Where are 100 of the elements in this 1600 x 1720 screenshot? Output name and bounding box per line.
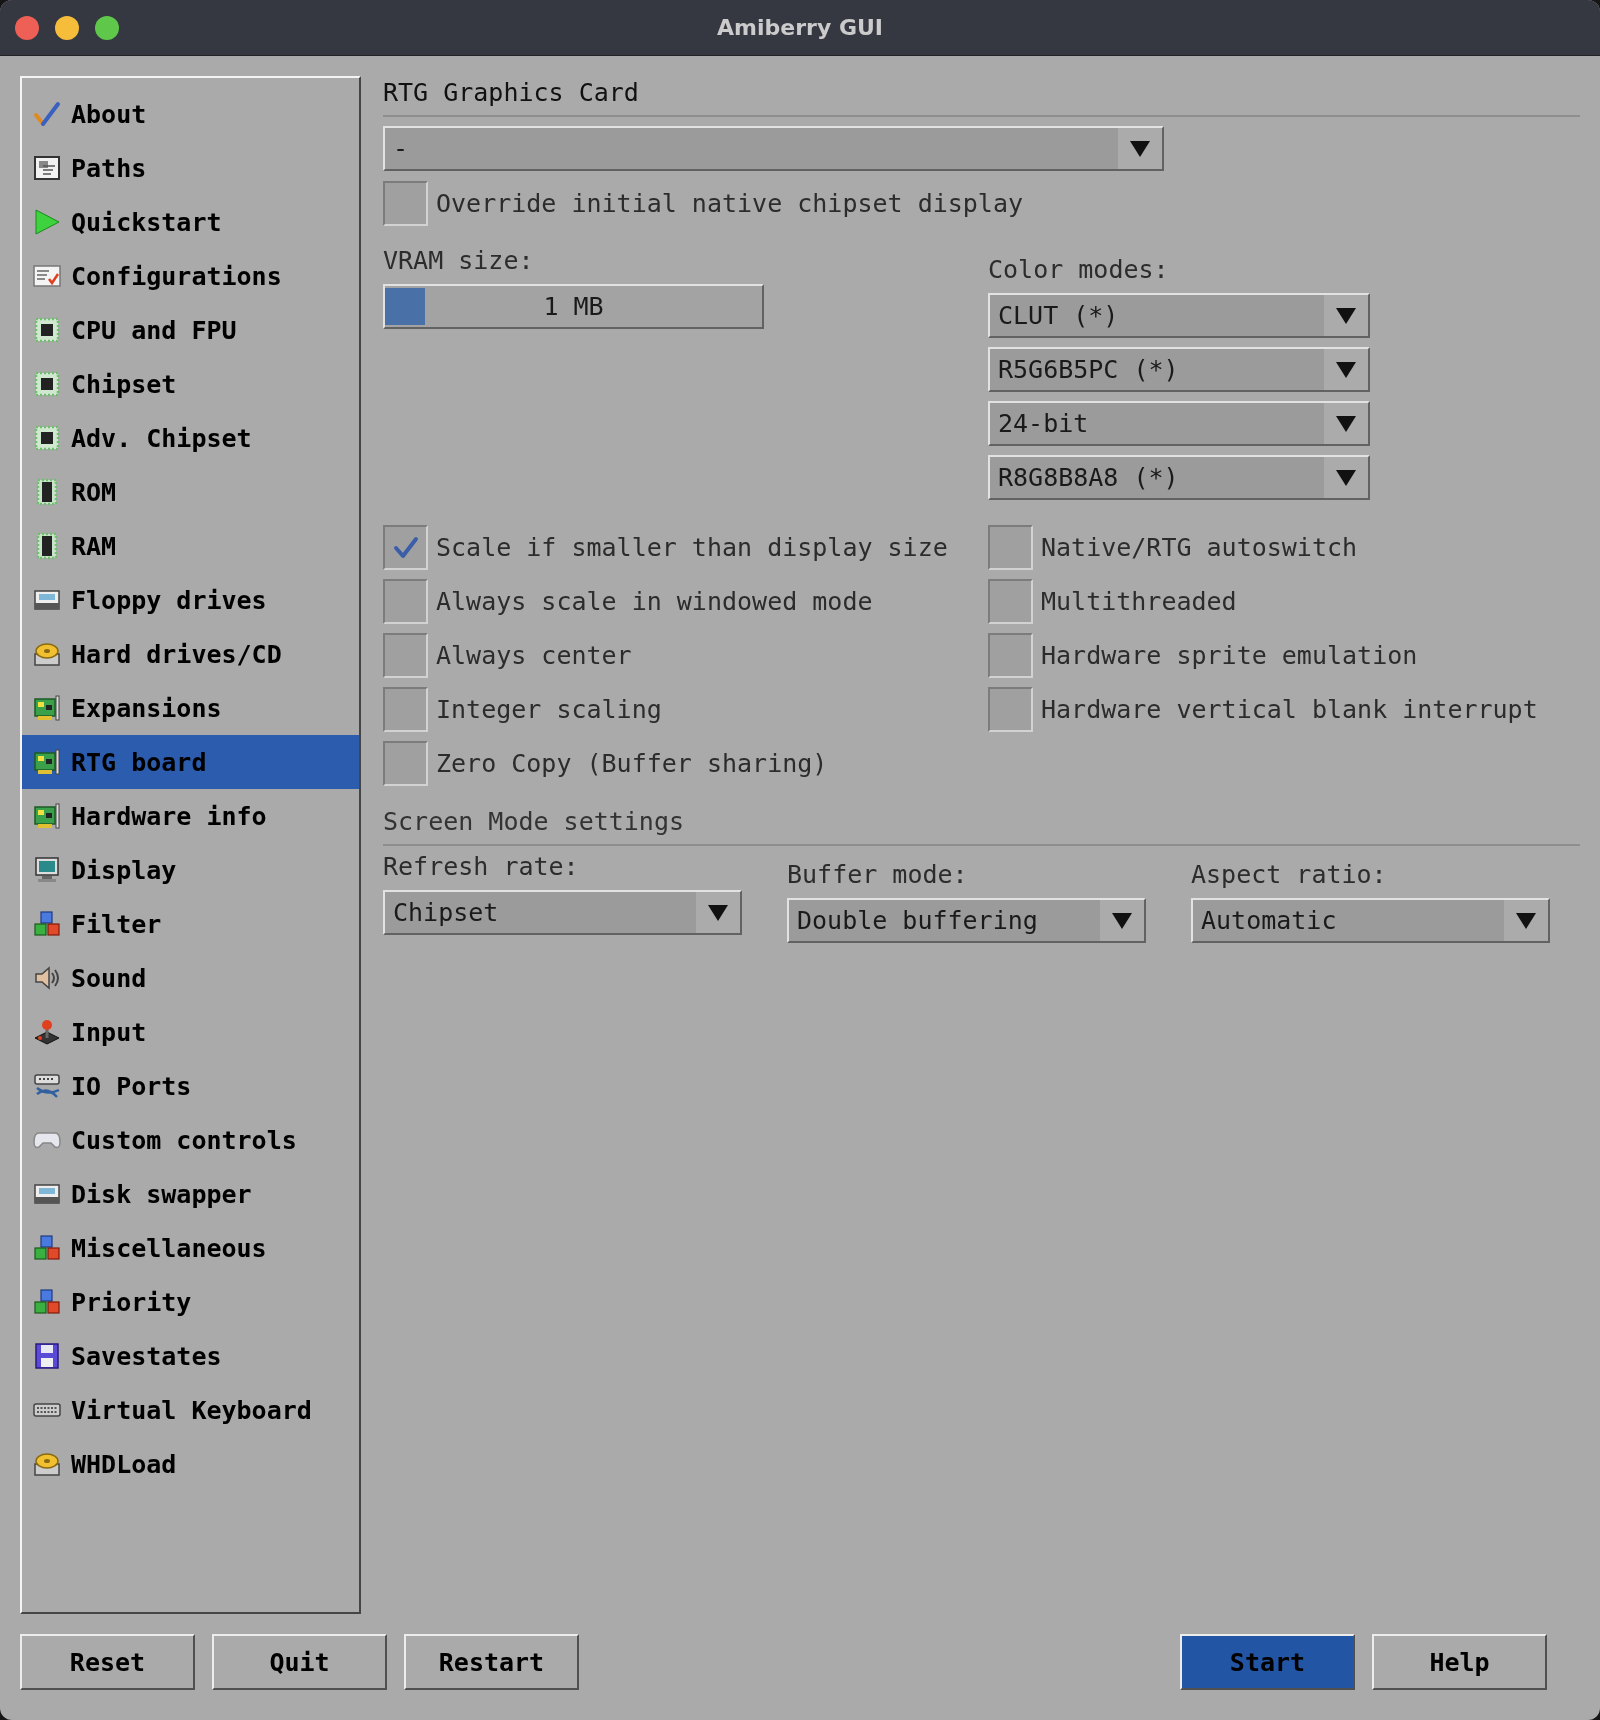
sidebar-item[interactable]: Savestates — [22, 1329, 359, 1383]
caret-icon — [1336, 469, 1356, 486]
caret-icon — [1336, 361, 1356, 378]
sidebar-item[interactable]: Virtual Keyboard — [22, 1383, 359, 1437]
checkbox[interactable] — [988, 525, 1033, 570]
sidebar-item[interactable]: Hard drives/CD — [22, 627, 359, 681]
caret-icon — [708, 904, 728, 921]
sidebar-item[interactable]: Priority — [22, 1275, 359, 1329]
dropdown[interactable]: Double buffering — [787, 898, 1146, 943]
sidebar-item[interactable]: Filter — [22, 897, 359, 951]
dropdown-arrow-button[interactable] — [1504, 900, 1548, 941]
cubes-icon — [33, 1288, 61, 1316]
checkbox-label: Integer scaling — [436, 695, 662, 724]
checkbox-label: Always center — [436, 641, 632, 670]
close-button[interactable] — [15, 15, 39, 40]
hard-disk-icon — [33, 640, 61, 668]
dropdown-arrow-button[interactable] — [1100, 900, 1144, 941]
hard-disk-icon — [33, 1450, 61, 1478]
sidebar-item[interactable]: Paths — [22, 141, 359, 195]
sidebar-item[interactable]: Expansions — [22, 681, 359, 735]
sidebar-item[interactable]: Configurations — [22, 249, 359, 303]
checkbox-label: Always scale in windowed mode — [436, 587, 873, 616]
dropdown-arrow-button[interactable] — [1324, 349, 1368, 390]
sidebar-item[interactable]: About — [22, 87, 359, 141]
sidebar-item[interactable]: Hardware info — [22, 789, 359, 843]
field-label: Buffer mode: — [787, 860, 969, 890]
check-icon — [392, 534, 419, 561]
checkbox-label: Override initial native chipset display — [436, 189, 1023, 218]
checkbox[interactable] — [988, 633, 1033, 678]
checkbox[interactable] — [988, 579, 1033, 624]
dropdown[interactable]: 24-bit — [988, 401, 1370, 446]
dropdown[interactable]: CLUT (*) — [988, 293, 1370, 338]
slider-value: 1 MB — [543, 292, 604, 321]
circuit-board-icon — [33, 694, 61, 722]
sidebar-item[interactable]: Disk swapper — [22, 1167, 359, 1221]
joystick-icon — [33, 1018, 61, 1046]
sidebar-item[interactable]: Sound — [22, 951, 359, 1005]
checkbox[interactable] — [383, 741, 428, 786]
circuit-board-icon — [33, 748, 61, 776]
checkbox[interactable] — [383, 579, 428, 624]
cable-connector-icon — [33, 1072, 61, 1100]
section-title: Screen Mode settings — [383, 807, 686, 837]
sidebar-item[interactable]: Miscellaneous — [22, 1221, 359, 1275]
caret-icon — [1112, 912, 1132, 929]
chip-icon — [33, 424, 61, 452]
quit-button[interactable]: Quit — [212, 1634, 387, 1690]
cubes-icon — [33, 910, 61, 938]
dropdown-arrow-button[interactable] — [1324, 403, 1368, 444]
sidebar-item[interactable]: Adv. Chipset — [22, 411, 359, 465]
checkbox[interactable] — [383, 525, 428, 570]
caret-icon — [1336, 415, 1356, 432]
slider-track[interactable]: 1 MB — [383, 284, 764, 329]
zoom-button[interactable] — [95, 15, 119, 40]
checkbox[interactable] — [383, 633, 428, 678]
sidebar-item[interactable]: Custom controls — [22, 1113, 359, 1167]
sidebar-item[interactable]: Chipset — [22, 357, 359, 411]
chip-icon — [33, 370, 61, 398]
restart-button[interactable]: Restart — [404, 1634, 579, 1690]
caret-icon — [1516, 912, 1536, 929]
sidebar-item[interactable]: RAM — [22, 519, 359, 573]
section-title: RTG Graphics Card — [383, 78, 640, 108]
sidebar-item[interactable]: CPU and FPU — [22, 303, 359, 357]
caret-icon — [1130, 140, 1150, 157]
dropdown[interactable]: - — [383, 126, 1164, 171]
field-label: Refresh rate: — [383, 852, 580, 882]
dropdown[interactable]: Chipset — [383, 890, 742, 935]
slider-thumb[interactable] — [385, 288, 425, 325]
reset-button[interactable]: Reset — [20, 1634, 195, 1690]
chip-icon — [33, 316, 61, 344]
sidebar-item[interactable]: Input — [22, 1005, 359, 1059]
checkbox-label: Hardware sprite emulation — [1041, 641, 1418, 670]
play-icon — [33, 208, 61, 236]
dropdown[interactable]: R8G8B8A8 (*) — [988, 455, 1370, 500]
cubes-icon — [33, 1234, 61, 1262]
circuit-board-icon — [33, 802, 61, 830]
sidebar-item[interactable]: Display — [22, 843, 359, 897]
sidebar-item[interactable]: WHDLoad — [22, 1437, 359, 1491]
sidebar-item[interactable]: ROM — [22, 465, 359, 519]
checkbox-label: Scale if smaller than display size — [436, 533, 948, 562]
checkbox[interactable] — [383, 687, 428, 732]
caret-icon — [1336, 307, 1356, 324]
sidebar-item[interactable]: Floppy drives — [22, 573, 359, 627]
dropdown-arrow-button[interactable] — [696, 892, 740, 933]
checkbox[interactable] — [383, 181, 428, 226]
checkbox-label: Hardware vertical blank interrupt — [1041, 695, 1538, 724]
field-label: Color modes: — [988, 255, 1170, 285]
checkbox-label: Native/RTG autoswitch — [1041, 533, 1358, 562]
sidebar-item[interactable]: IO Ports — [22, 1059, 359, 1113]
dropdown-arrow-button[interactable] — [1324, 457, 1368, 498]
dropdown[interactable]: R5G6B5PC (*) — [988, 347, 1370, 392]
dropdown-arrow-button[interactable] — [1118, 128, 1162, 169]
speaker-icon — [33, 964, 61, 992]
help-button[interactable]: Help — [1372, 1634, 1547, 1690]
dropdown-arrow-button[interactable] — [1324, 295, 1368, 336]
check-icon — [33, 100, 61, 128]
sidebar-item[interactable]: Quickstart — [22, 195, 359, 249]
dropdown[interactable]: Automatic — [1191, 898, 1550, 943]
minimize-button[interactable] — [55, 15, 79, 40]
checkbox[interactable] — [988, 687, 1033, 732]
window-icon — [33, 154, 61, 182]
